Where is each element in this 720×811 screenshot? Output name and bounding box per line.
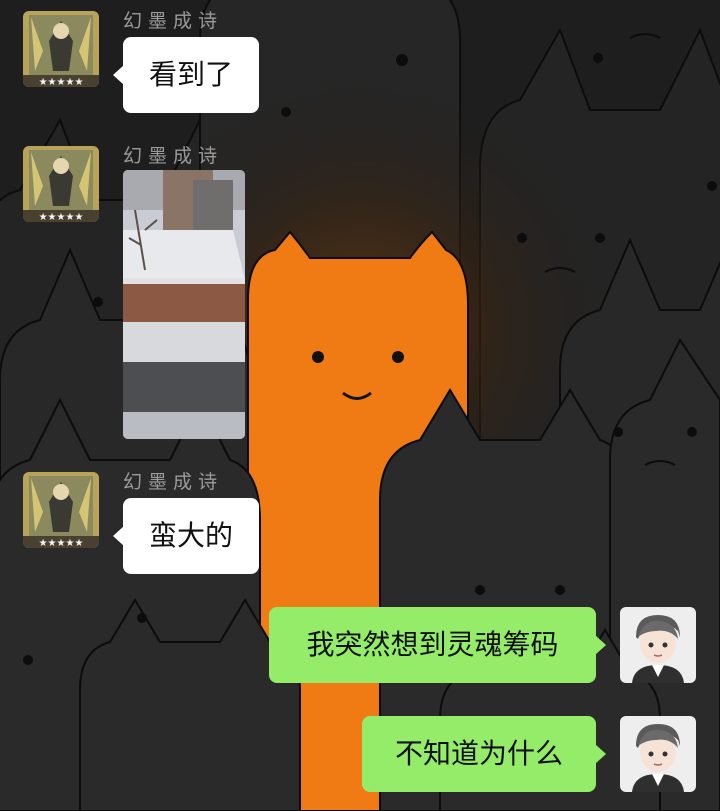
anime-character-card-avatar-icon: ★★★★★ — [23, 11, 99, 87]
message-bubble[interactable]: 我突然想到灵魂筹码 — [269, 607, 606, 683]
cartoon-boy-avatar-icon — [620, 607, 696, 683]
svg-text:★★★★★: ★★★★★ — [39, 538, 84, 548]
sender-name: 幻墨成诗 — [123, 471, 224, 493]
sender-avatar[interactable]: ★★★★★ — [23, 11, 99, 87]
chat-wallpaper — [0, 0, 720, 811]
cartoon-boy-avatar-icon — [620, 716, 696, 792]
anime-character-card-avatar-icon: ★★★★★ — [23, 146, 99, 222]
my-avatar[interactable] — [620, 716, 696, 792]
sender-name: 幻墨成诗 — [123, 145, 224, 167]
image-message[interactable] — [123, 170, 245, 439]
sender-avatar[interactable]: ★★★★★ — [23, 472, 99, 548]
sender-name: 幻墨成诗 — [123, 10, 224, 32]
anime-character-card-avatar-icon: ★★★★★ — [23, 472, 99, 548]
svg-text:★★★★★: ★★★★★ — [39, 77, 84, 87]
sender-avatar[interactable]: ★★★★★ — [23, 146, 99, 222]
svg-text:★★★★★: ★★★★★ — [39, 212, 84, 222]
my-avatar[interactable] — [620, 607, 696, 683]
snowy-courtyard-photo — [123, 170, 245, 439]
message-bubble[interactable]: 不知道为什么 — [362, 716, 606, 792]
message-bubble[interactable]: 蛮大的 — [112, 498, 260, 574]
message-bubble[interactable]: 看到了 — [112, 37, 260, 113]
